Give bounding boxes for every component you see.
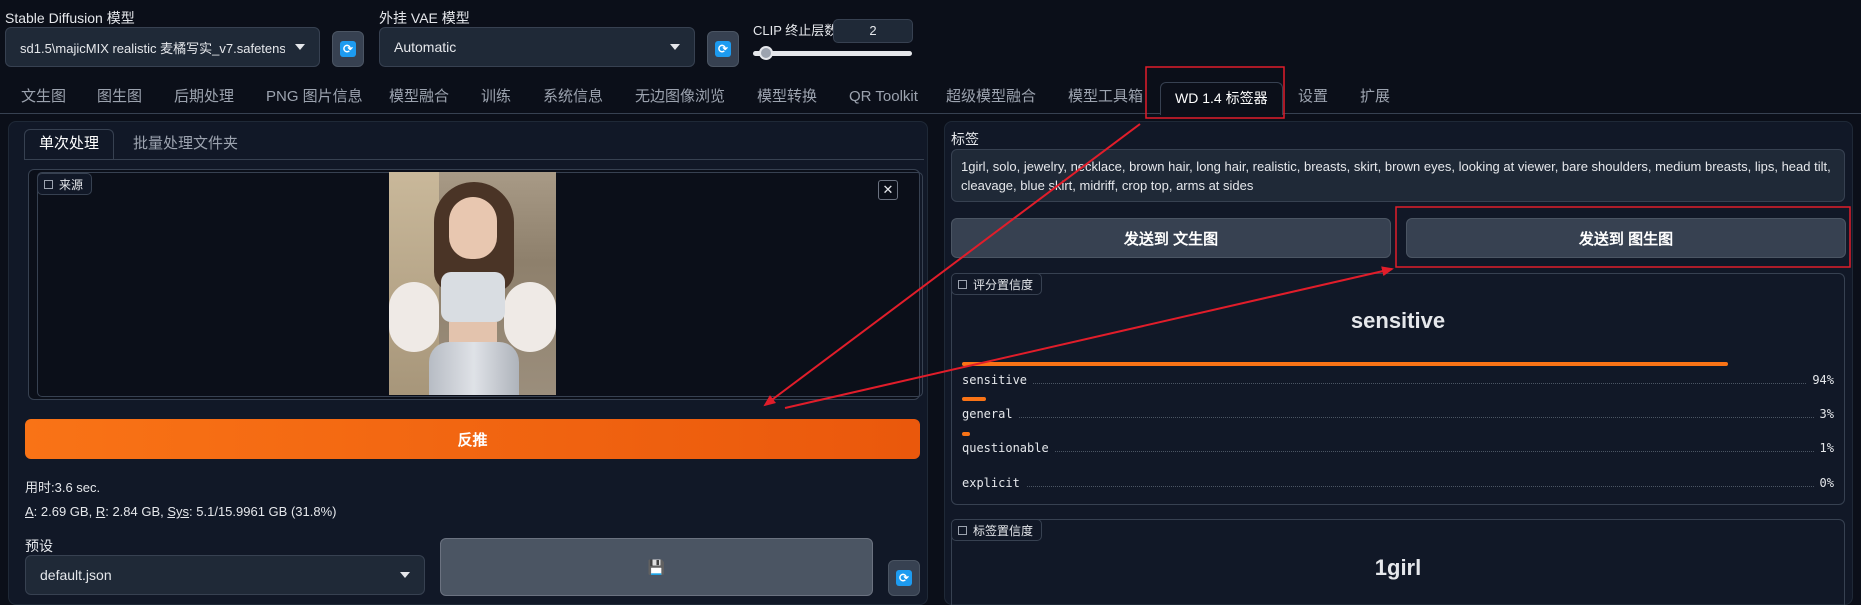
rating-name: general [962,407,1019,421]
rating-pct: 0% [1813,476,1834,490]
rating-pct: 94% [1806,373,1834,387]
annotation-box-send [1395,206,1851,268]
annotation-overlay [763,66,1851,409]
rating-name: sensitive [962,373,1034,387]
rating-name: questionable [962,441,1055,455]
annotation-box-tab [1145,66,1285,119]
annotation-arrow-1 [763,123,1141,407]
annotation-arrow-2 [784,266,1394,409]
rating-pct: 1% [1813,441,1834,455]
rating-name: explicit [962,476,1026,490]
rating-pct: 3% [1813,407,1834,421]
